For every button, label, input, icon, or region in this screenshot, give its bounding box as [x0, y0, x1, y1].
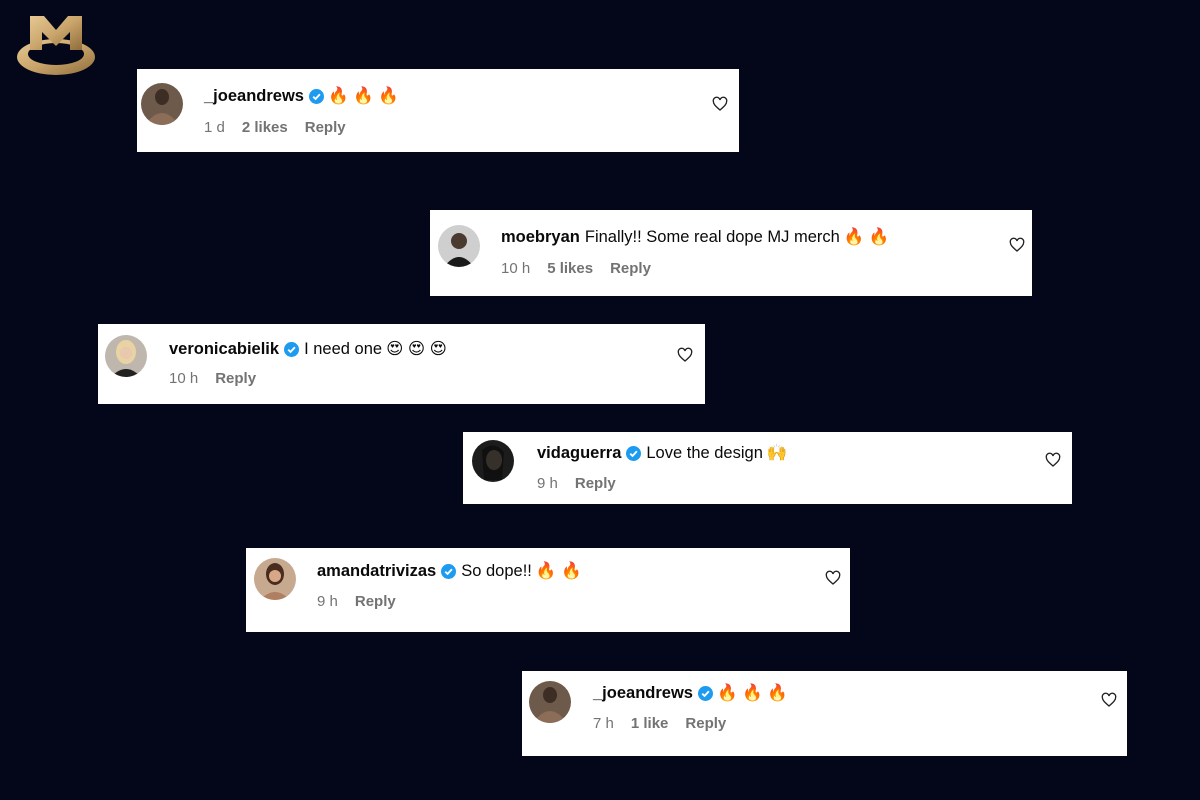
avatar[interactable]: [105, 335, 147, 377]
reply-button[interactable]: Reply: [685, 715, 726, 732]
likes-count[interactable]: 5 likes: [547, 260, 593, 277]
verified-badge-icon: [626, 446, 642, 461]
heart-icon[interactable]: [1045, 452, 1061, 468]
reply-button[interactable]: Reply: [215, 370, 256, 387]
avatar[interactable]: [254, 558, 296, 600]
comment-card: amandatrivizas So dope!! 🔥 🔥 9 h Reply: [246, 548, 850, 632]
comment-emoji: 😍 😍 😍: [386, 340, 447, 358]
reply-button[interactable]: Reply: [305, 119, 346, 136]
verified-badge-icon: [284, 341, 300, 357]
verified-badge-icon: [441, 564, 457, 579]
comment-card: vidaguerra Love the design 🙌 9 h Reply: [463, 432, 1072, 504]
heart-icon[interactable]: [677, 347, 693, 363]
comment-text: Love the design: [646, 444, 763, 462]
comment-time: 9 h: [317, 593, 338, 610]
likes-count[interactable]: 2 likes: [242, 119, 288, 136]
avatar[interactable]: [438, 225, 480, 267]
heart-icon[interactable]: [1009, 237, 1025, 253]
comment-emoji: 🙌: [766, 444, 788, 462]
comment-card: veronicabielik I need one 😍 😍 😍 10 h Rep…: [98, 324, 705, 404]
username[interactable]: _joeandrews: [593, 684, 693, 703]
comment-time: 9 h: [537, 475, 558, 492]
reply-button[interactable]: Reply: [575, 475, 616, 492]
verified-badge-icon: [697, 686, 713, 701]
comment-time: 7 h: [593, 715, 614, 732]
likes-count[interactable]: 1 like: [631, 715, 669, 732]
avatar[interactable]: [529, 681, 571, 723]
comment-card: _joeandrews 🔥 🔥 🔥 7 h 1 like Reply: [522, 671, 1127, 756]
comment-card: moebryan Finally!! Some real dope MJ mer…: [430, 210, 1032, 296]
comment-time: 1 d: [204, 119, 225, 136]
comment-text: I need one: [304, 339, 383, 358]
comment-text: Finally!! Some real dope MJ merch: [584, 228, 840, 246]
comment-time: 10 h: [501, 260, 531, 277]
mj-logo-icon: [17, 16, 95, 75]
verified-badge-icon: [308, 89, 324, 104]
heart-icon[interactable]: [1101, 692, 1117, 708]
comment-emoji: 🔥 🔥 🔥: [327, 87, 399, 105]
heart-icon[interactable]: [825, 570, 841, 586]
avatar[interactable]: [472, 440, 514, 482]
username[interactable]: veronicabielik: [169, 340, 279, 359]
username[interactable]: amandatrivizas: [317, 562, 436, 581]
heart-icon[interactable]: [712, 96, 728, 112]
comment-text: So dope!!: [461, 562, 532, 580]
comment-emoji: 🔥 🔥: [535, 562, 582, 580]
reply-button[interactable]: Reply: [610, 260, 651, 277]
username[interactable]: _joeandrews: [204, 87, 304, 106]
comment-time: 10 h: [169, 370, 199, 387]
comment-emoji: 🔥 🔥: [843, 228, 890, 246]
username[interactable]: vidaguerra: [537, 444, 621, 463]
comment-emoji: 🔥 🔥 🔥: [716, 684, 788, 702]
username[interactable]: moebryan: [501, 228, 580, 247]
avatar[interactable]: [141, 83, 183, 125]
reply-button[interactable]: Reply: [355, 593, 396, 610]
comment-card: _joeandrews 🔥 🔥 🔥 1 d 2 likes Reply: [137, 69, 739, 152]
